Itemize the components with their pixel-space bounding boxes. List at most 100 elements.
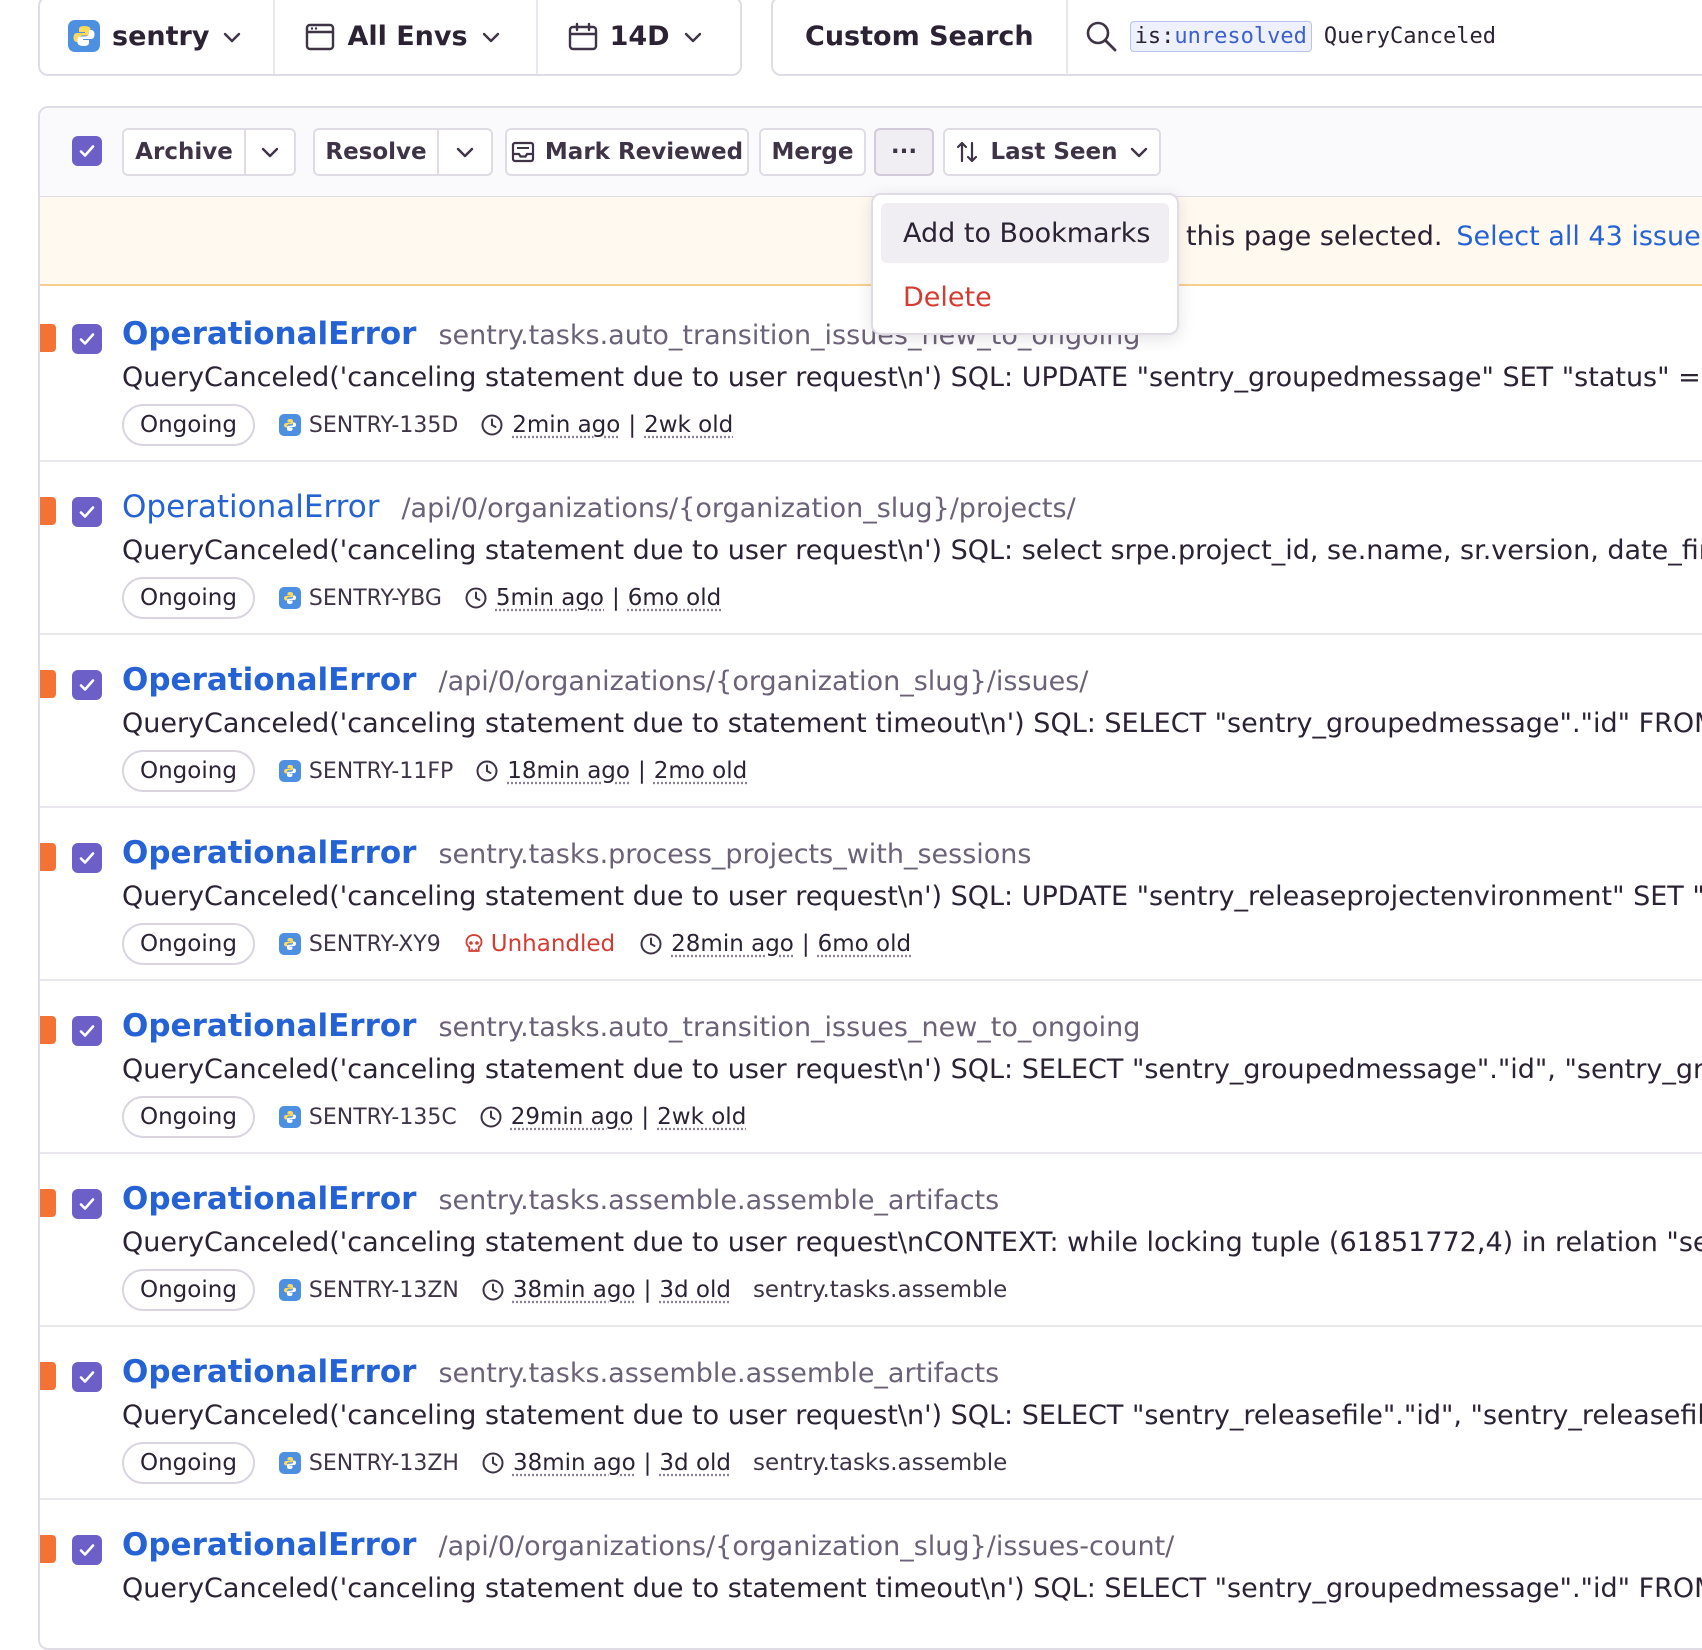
issue-message: QueryCanceled('canceling statement due t… (122, 362, 1702, 393)
status-badge: Ongoing (122, 1269, 255, 1311)
last-seen[interactable]: 2min ago (512, 412, 620, 438)
last-seen[interactable]: 18min ago (507, 758, 630, 784)
last-seen[interactable]: 38min ago (513, 1450, 636, 1476)
issue-title-link[interactable]: OperationalError (122, 489, 379, 525)
time-info: 18min ago | 2mo old (475, 758, 747, 784)
merge-button[interactable]: Merge (759, 128, 866, 176)
issue-title-link[interactable]: OperationalError (122, 1354, 416, 1390)
sort-by-button[interactable]: Last Seen (943, 128, 1161, 176)
last-seen[interactable]: 28min ago (671, 931, 794, 957)
time-separator: | (628, 412, 636, 438)
python-project-icon (279, 1452, 301, 1474)
level-indicator (38, 1016, 56, 1044)
issue-checkbox[interactable] (72, 1362, 102, 1392)
short-id-label: SENTRY-11FP (309, 759, 453, 784)
last-seen[interactable]: 38min ago (513, 1277, 636, 1303)
last-seen[interactable]: 29min ago (511, 1104, 634, 1130)
environment-selector[interactable]: All Envs (273, 0, 535, 74)
short-id[interactable]: SENTRY-11FP (279, 759, 453, 784)
level-indicator (38, 670, 56, 698)
resolve-button[interactable]: Resolve (313, 128, 439, 176)
search-token[interactable]: is:unresolved (1130, 21, 1312, 52)
issue-title-link[interactable]: OperationalError (122, 835, 416, 871)
select-all-issues-link[interactable]: Select all 43 issues (1456, 221, 1702, 252)
status-badge: Ongoing (122, 1096, 255, 1138)
first-seen-age[interactable]: 6mo old (818, 931, 911, 957)
mark-reviewed-button[interactable]: Mark Reviewed (505, 128, 749, 176)
checkmark-icon (77, 1021, 97, 1041)
issue-message: QueryCanceled('canceling statement due t… (122, 535, 1702, 566)
issue-title-link[interactable]: OperationalError (122, 1527, 416, 1563)
issue-row[interactable]: OperationalError sentry.tasks.assemble.as… (40, 1153, 1702, 1327)
issue-message: QueryCanceled('canceling statement due t… (122, 1573, 1702, 1604)
issue-title-link[interactable]: OperationalError (122, 662, 416, 698)
issue-checkbox[interactable] (72, 1189, 102, 1219)
resolve-options-button[interactable] (437, 128, 493, 176)
short-id-label: SENTRY-135D (309, 413, 458, 438)
add-to-bookmarks-menu-item[interactable]: Add to Bookmarks (881, 203, 1169, 263)
more-actions-button[interactable]: ··· (874, 128, 934, 176)
first-seen-age[interactable]: 2wk old (657, 1104, 746, 1130)
issue-meta: Ongoing SENTRY-13ZH 38min ago | 3d old sentry… (122, 1442, 1007, 1484)
issue-row[interactable]: OperationalError/api/0/organizations/{or… (40, 634, 1702, 808)
short-id[interactable]: SENTRY-YBG (279, 586, 442, 611)
search-token-key: is: (1135, 24, 1175, 49)
time-separator: | (638, 758, 646, 784)
search-input[interactable]: is:unresolved QueryCanceled (1068, 19, 1496, 53)
first-seen-age[interactable]: 6mo old (628, 585, 721, 611)
status-badge: Ongoing (122, 1442, 255, 1484)
issue-row[interactable]: OperationalError sentry.tasks.assemble.as… (40, 1326, 1702, 1500)
issue-row[interactable]: OperationalError/api/0/organizations/{or… (40, 1499, 1702, 1650)
issue-checkbox[interactable] (72, 670, 102, 700)
short-id[interactable]: SENTRY-XY9 (279, 932, 441, 957)
short-id-label: SENTRY-13ZN (309, 1278, 459, 1303)
issue-checkbox[interactable] (72, 1016, 102, 1046)
last-seen[interactable]: 5min ago (496, 585, 604, 611)
short-id[interactable]: SENTRY-13ZH (279, 1451, 459, 1476)
archive-button[interactable]: Archive (122, 128, 246, 176)
python-project-icon (279, 1106, 301, 1128)
short-id[interactable]: SENTRY-13ZN (279, 1278, 459, 1303)
project-selector[interactable]: sentry (40, 0, 273, 74)
skull-icon (463, 933, 485, 955)
issue-title-link[interactable]: OperationalError (122, 1181, 416, 1217)
issue-row[interactable]: OperationalError sentry.tasks.auto_transi… (40, 980, 1702, 1154)
issue-checkbox[interactable] (72, 497, 102, 527)
first-seen-age[interactable]: 2wk old (644, 412, 733, 438)
issue-meta: Ongoing SENTRY-13ZN 38min ago | 3d old sentry… (122, 1269, 1007, 1311)
bulk-action-bar: Archive Resolve Mark Reviewed Merge ··· … (40, 108, 1702, 197)
issue-title-link[interactable]: OperationalError (122, 1008, 416, 1044)
issue-culprit: sentry.tasks.auto_transition_issues_new_… (438, 1012, 1140, 1043)
checkmark-icon (77, 675, 97, 695)
issue-row[interactable]: OperationalError/api/0/organizations/{or… (40, 461, 1702, 635)
first-seen-age[interactable]: 2mo old (654, 758, 747, 784)
chevron-down-icon (454, 141, 476, 163)
clock-icon (464, 586, 488, 610)
checkmark-icon (77, 329, 97, 349)
short-id[interactable]: SENTRY-135D (279, 413, 458, 438)
delete-menu-item[interactable]: Delete (881, 267, 1169, 327)
first-seen-age[interactable]: 3d old (659, 1450, 731, 1476)
issue-title-link[interactable]: OperationalError (122, 316, 416, 352)
checkmark-icon (77, 848, 97, 868)
search-token-value: unresolved (1174, 24, 1306, 49)
short-id-label: SENTRY-13ZH (309, 1451, 459, 1476)
issue-checkbox[interactable] (72, 1535, 102, 1565)
status-badge: Ongoing (122, 404, 255, 446)
python-project-icon (279, 414, 301, 436)
select-all-checkbox[interactable] (72, 136, 102, 166)
first-seen-age[interactable]: 3d old (659, 1277, 731, 1303)
search-query-text: QueryCanceled (1324, 24, 1496, 49)
custom-search-button[interactable]: Custom Search (773, 0, 1068, 74)
issue-row[interactable]: OperationalError sentry.tasks.process_pro… (40, 807, 1702, 981)
time-info: 38min ago | 3d old (481, 1277, 731, 1303)
issue-checkbox[interactable] (72, 324, 102, 354)
checkmark-icon (77, 1540, 97, 1560)
issue-message: QueryCanceled('canceling statement due t… (122, 881, 1702, 912)
project-label: sentry (112, 21, 209, 52)
date-range-selector[interactable]: 14D (536, 0, 738, 74)
archive-options-button[interactable] (244, 128, 296, 176)
short-id[interactable]: SENTRY-135C (279, 1105, 457, 1130)
issue-checkbox[interactable] (72, 843, 102, 873)
issue-title-line: OperationalError/api/0/organizations/{or… (122, 489, 1076, 525)
